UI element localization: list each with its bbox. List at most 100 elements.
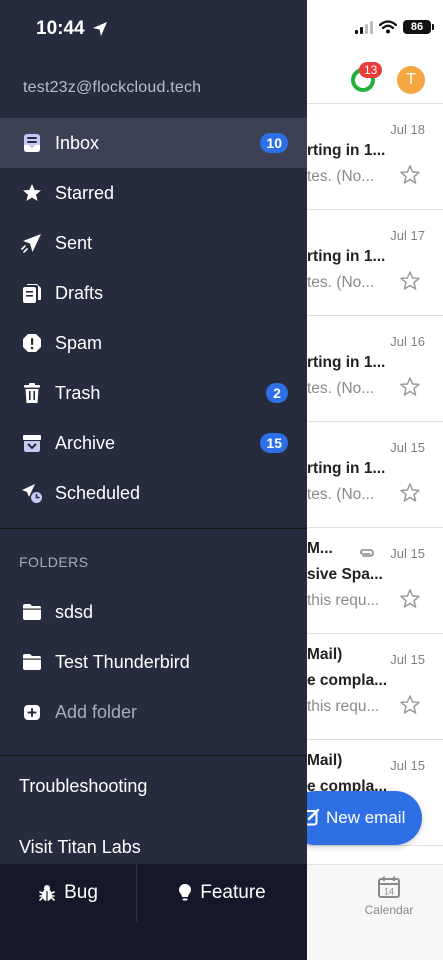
star-icon[interactable] (399, 482, 421, 504)
email-sender: M... (307, 540, 333, 557)
email-date: Jul 15 (390, 546, 425, 561)
email-row[interactable]: Jul 17 rting in 1... tes. (No... (307, 210, 443, 316)
email-preview: tes. (No... (307, 380, 375, 397)
sidebar-item-trash[interactable]: Trash 2 (0, 368, 307, 418)
folder-item[interactable]: Test Thunderbird (0, 637, 307, 687)
sidebar-item-label: Inbox (55, 132, 100, 153)
bug-icon (39, 885, 55, 901)
email-date: Jul 15 (390, 758, 425, 773)
account-email[interactable]: test23z@flockcloud.tech (23, 79, 201, 97)
star-icon[interactable] (399, 694, 421, 716)
email-preview: this requ... (307, 592, 380, 609)
drawer-divider (0, 528, 307, 529)
status-time: 10:44 (36, 18, 85, 39)
sidebar-item-starred[interactable]: Starred (0, 168, 307, 218)
sidebar-item-label: Archive (55, 432, 116, 453)
email-sender: Mail) (307, 646, 343, 663)
email-row[interactable]: Jul 15 rting in 1... tes. (No... (307, 422, 443, 528)
folder-icon (23, 604, 41, 620)
send-icon (21, 234, 41, 253)
email-row[interactable]: Mail) Jul 15 e compla... this requ... (307, 634, 443, 740)
email-preview: tes. (No... (307, 168, 375, 185)
calendar-day: 14 (384, 887, 394, 897)
cellular-signal-icon (355, 20, 373, 34)
mail-header: 13 T (307, 56, 443, 104)
tab-calendar[interactable]: 14 Calendar (359, 875, 419, 917)
folders-header: FOLDERS (19, 554, 89, 570)
add-folder-button[interactable]: Add folder (0, 687, 307, 737)
attachment-icon (360, 549, 374, 557)
email-date: Jul 15 (390, 440, 425, 455)
star-icon[interactable] (399, 588, 421, 610)
star-icon[interactable] (399, 270, 421, 292)
folder-label: Test Thunderbird (55, 651, 190, 672)
bug-label: Bug (64, 882, 98, 903)
email-sender: Mail) (307, 752, 343, 769)
email-row[interactable]: Jul 18 rting in 1... tes. (No... (307, 104, 443, 210)
email-subject: rting in 1... (307, 142, 386, 159)
location-arrow-icon (93, 22, 107, 36)
scheduled-icon (22, 484, 42, 503)
email-row[interactable]: Jul 16 rting in 1... tes. (No... (307, 316, 443, 422)
star-icon[interactable] (399, 164, 421, 186)
sidebar-item-sent[interactable]: Sent (0, 218, 307, 268)
sidebar-item-drafts[interactable]: Drafts (0, 268, 307, 318)
avatar[interactable]: T (397, 66, 425, 94)
add-folder-icon (24, 705, 40, 720)
feature-label: Feature (200, 882, 266, 903)
unread-count-badge: 2 (266, 383, 288, 403)
email-preview: tes. (No... (307, 274, 375, 291)
sidebar-item-inbox[interactable]: Inbox 10 (0, 118, 307, 168)
email-subject: rting in 1... (307, 354, 386, 371)
drafts-icon (23, 284, 41, 303)
email-subject: sive Spa... (307, 566, 383, 583)
email-date: Jul 17 (390, 228, 425, 243)
status-bar-left: 10:44 (0, 0, 307, 60)
status-bar-right: 86 (307, 0, 443, 60)
folder-item[interactable]: sdsd (0, 587, 307, 637)
trash-icon (24, 383, 40, 403)
email-date: Jul 15 (390, 652, 425, 667)
unread-count-badge: 15 (260, 433, 288, 453)
spam-icon (23, 334, 41, 352)
sidebar-item-label: Spam (55, 332, 103, 353)
battery-level: 86 (410, 21, 424, 33)
star-icon[interactable] (399, 376, 421, 398)
star-icon (23, 184, 41, 201)
app-screen: 86 13 T Jul 18 rting in 1... tes. (No... Ju… (0, 0, 443, 960)
email-date: Jul 18 (390, 122, 425, 137)
new-email-label: New email (326, 808, 406, 827)
bug-button[interactable]: Bug (0, 864, 136, 922)
email-subject: e compla... (307, 672, 388, 689)
navigation-drawer: 10:44 test23z@flockcloud.tech Inbox 10 Sta… (0, 0, 307, 960)
wifi-icon (379, 20, 397, 34)
email-row[interactable]: M... Jul 15 sive Spa... this requ... (307, 528, 443, 634)
visit-titan-labs-link[interactable]: Visit Titan Labs (19, 837, 141, 858)
new-email-button[interactable]: New email (288, 791, 422, 845)
sidebar-item-label: Drafts (55, 282, 104, 303)
sidebar-item-scheduled[interactable]: Scheduled (0, 468, 307, 518)
sidebar-item-archive[interactable]: Archive 15 (0, 418, 307, 468)
feature-button[interactable]: Feature (137, 864, 307, 922)
archive-icon (23, 435, 41, 452)
add-folder-label: Add folder (55, 701, 138, 722)
email-subject: rting in 1... (307, 460, 386, 477)
sidebar-item-label: Starred (55, 182, 115, 203)
notification-badge: 13 (359, 62, 383, 78)
battery-icon: 86 (403, 20, 434, 34)
inbox-icon (24, 134, 40, 152)
troubleshooting-link[interactable]: Troubleshooting (19, 776, 147, 797)
email-preview: tes. (No... (307, 486, 375, 503)
email-subject: rting in 1... (307, 248, 386, 265)
lightbulb-icon (179, 884, 192, 901)
tab-calendar-label: Calendar (364, 903, 414, 917)
email-preview: this requ... (307, 698, 380, 715)
email-date: Jul 16 (390, 334, 425, 349)
calendar-icon: 14 (378, 876, 400, 898)
feedback-bar: Bug Feature (0, 864, 307, 960)
sidebar-item-spam[interactable]: Spam (0, 318, 307, 368)
sidebar-item-label: Trash (55, 382, 101, 403)
sidebar-item-label: Scheduled (55, 482, 141, 503)
bottom-tab-bar: 14 Calendar (307, 864, 443, 960)
folder-label: sdsd (55, 601, 94, 622)
